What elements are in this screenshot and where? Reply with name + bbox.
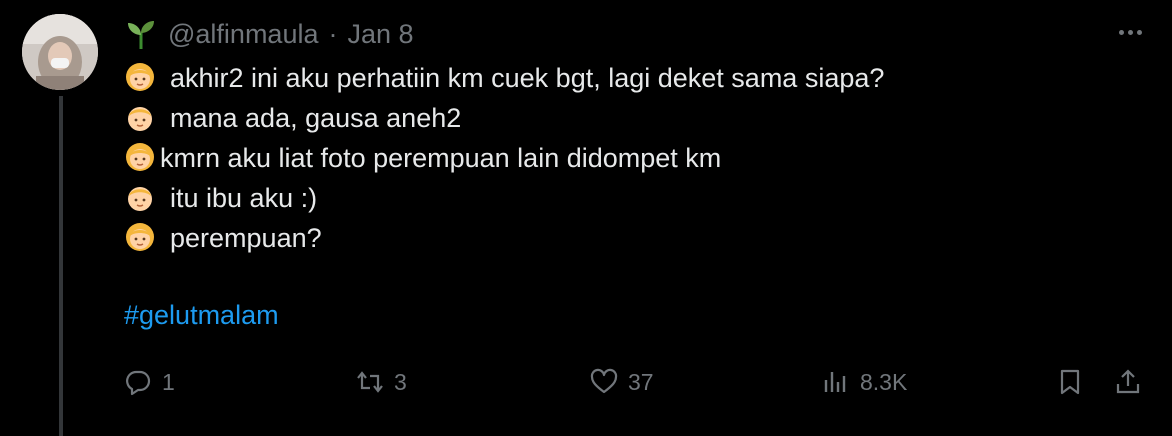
tweet-line: akhir2 ini aku perhatiin km cuek bgt, la… (124, 58, 1124, 98)
share-icon (1116, 369, 1140, 394)
tweet-line: itu ibu aku :) (124, 178, 1124, 218)
girl-emoji-icon (126, 143, 154, 171)
tweet-header: @alfinmaula · Jan 8 (124, 16, 414, 52)
boy-emoji-icon (128, 107, 152, 131)
line-text: itu ibu aku :) (170, 182, 318, 213)
tweet-actions: 1 3 37 8.3K (0, 360, 1172, 404)
tweet-date[interactable]: Jan 8 (347, 19, 413, 50)
retweet-icon (357, 371, 383, 393)
line-text: kmrn aku liat foto perempuan lain didomp… (160, 142, 722, 173)
reply-icon (126, 370, 151, 396)
tweet-line: kmrn aku liat foto perempuan lain didomp… (124, 138, 1124, 178)
boy-emoji-icon (128, 187, 152, 211)
views-count: 8.3K (860, 368, 908, 395)
avatar[interactable] (22, 14, 98, 90)
like-button[interactable]: 37 (590, 360, 654, 404)
sprout-emoji-icon (128, 21, 154, 49)
line-text: perempuan? (170, 222, 322, 253)
hashtag-link[interactable]: #gelutmalam (124, 300, 279, 331)
retweet-button[interactable]: 3 (356, 360, 407, 404)
line-text: akhir2 ini aku perhatiin km cuek bgt, la… (170, 62, 885, 93)
avatar-photo (22, 14, 98, 90)
views-chart-icon (824, 372, 846, 392)
tweet-body: akhir2 ini aku perhatiin km cuek bgt, la… (124, 58, 1124, 258)
reply-button[interactable]: 1 (124, 360, 175, 404)
tweet-line: mana ada, gausa aneh2 (124, 98, 1124, 138)
girl-emoji-icon (126, 63, 154, 91)
like-count: 37 (628, 368, 654, 395)
header-separator: · (328, 18, 338, 49)
reply-count: 1 (162, 368, 175, 395)
more-options-button[interactable] (1112, 18, 1148, 46)
bookmark-icon (1060, 369, 1080, 395)
more-icon (1118, 29, 1124, 35)
girl-emoji-icon (126, 223, 154, 251)
author-handle[interactable]: @alfinmaula (168, 19, 318, 50)
share-button[interactable] (1114, 360, 1142, 404)
line-text: mana ada, gausa aneh2 (170, 102, 462, 133)
tweet-line: perempuan? (124, 218, 1124, 258)
retweet-count: 3 (394, 368, 407, 395)
heart-icon (590, 368, 618, 394)
views-button[interactable]: 8.3K (822, 360, 907, 404)
bookmark-button[interactable] (1056, 360, 1084, 404)
